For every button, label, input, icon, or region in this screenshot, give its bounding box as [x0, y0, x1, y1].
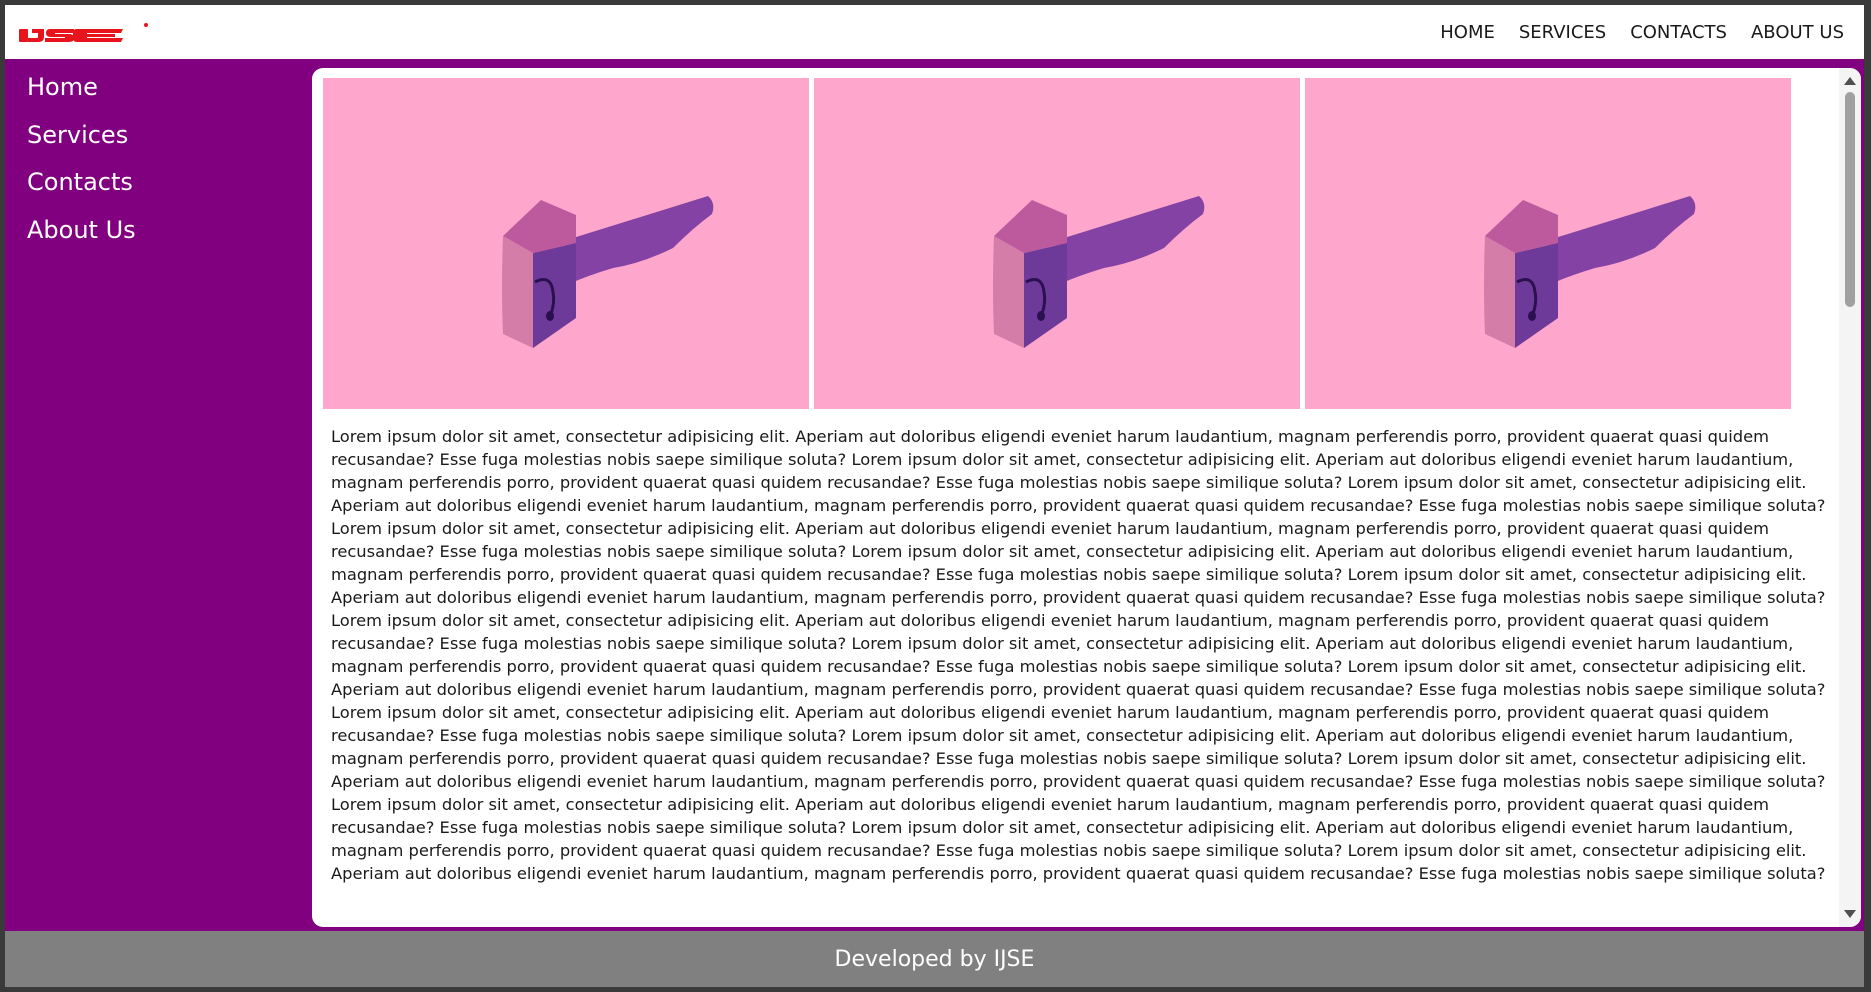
- sidebar-item-about-us[interactable]: About Us: [27, 216, 136, 244]
- ijse-logo[interactable]: [18, 19, 149, 49]
- pink-box-illustration-icon: [993, 196, 1205, 348]
- scroll-up-arrow-icon[interactable]: [1844, 77, 1856, 85]
- gallery-image-2: [814, 78, 1300, 409]
- nav-home[interactable]: HOME: [1440, 22, 1495, 43]
- image-gallery: [323, 78, 1791, 409]
- main-content-panel[interactable]: Lorem ipsum dolor sit amet, consectetur …: [312, 68, 1861, 927]
- nav-services[interactable]: SERVICES: [1519, 22, 1606, 43]
- top-header: HOME SERVICES CONTACTS ABOUT US: [5, 5, 1864, 59]
- top-nav: HOME SERVICES CONTACTS ABOUT US: [1440, 5, 1844, 59]
- app-frame: HOME SERVICES CONTACTS ABOUT US Home Ser…: [5, 5, 1864, 987]
- footer-text: Developed by IJSE: [834, 946, 1035, 972]
- gallery-image-3: [1305, 78, 1791, 409]
- footer: Developed by IJSE: [5, 931, 1864, 987]
- sidebar-item-contacts[interactable]: Contacts: [27, 168, 133, 196]
- pink-box-illustration-icon: [502, 196, 714, 348]
- sidebar-item-services[interactable]: Services: [27, 121, 128, 149]
- pink-box-illustration-icon: [1484, 196, 1696, 348]
- scroll-thumb[interactable]: [1845, 92, 1855, 307]
- lorem-paragraph: Lorem ipsum dolor sit amet, consectetur …: [331, 427, 1826, 883]
- sidebar: Home Services Contacts About Us: [5, 59, 311, 931]
- nav-about-us[interactable]: ABOUT US: [1751, 22, 1844, 43]
- scroll-down-arrow-icon[interactable]: [1844, 910, 1856, 918]
- vertical-scrollbar[interactable]: [1839, 68, 1861, 927]
- sidebar-item-home[interactable]: Home: [27, 73, 98, 101]
- gallery-image-1: [323, 78, 809, 409]
- nav-contacts[interactable]: CONTACTS: [1630, 22, 1727, 43]
